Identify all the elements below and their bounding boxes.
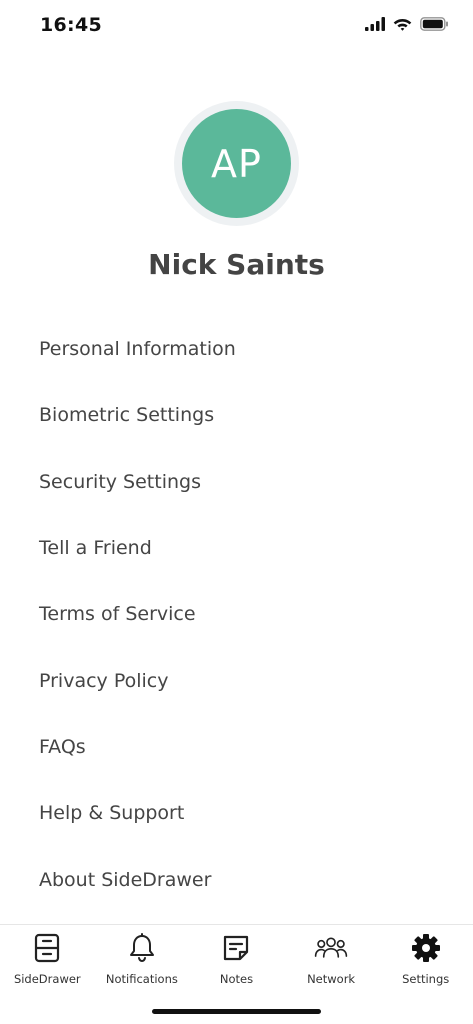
gear-icon bbox=[409, 931, 443, 965]
status-icons bbox=[365, 16, 449, 35]
note-icon bbox=[219, 931, 253, 965]
avatar[interactable]: AP bbox=[182, 109, 291, 218]
status-bar: 16:45 bbox=[0, 0, 473, 52]
menu-item-security-settings[interactable]: Security Settings bbox=[0, 449, 473, 515]
menu-item-tell-a-friend[interactable]: Tell a Friend bbox=[0, 515, 473, 581]
home-indicator bbox=[152, 1009, 321, 1014]
menu-item-faqs[interactable]: FAQs bbox=[0, 714, 473, 780]
menu-item-privacy-policy[interactable]: Privacy Policy bbox=[0, 647, 473, 713]
menu-item-label: Security Settings bbox=[39, 470, 201, 493]
menu-item-label: Biometric Settings bbox=[39, 404, 215, 427]
people-icon bbox=[314, 931, 348, 965]
battery-icon bbox=[420, 16, 449, 35]
tab-bar: SideDrawer Notifications Notes Network S… bbox=[0, 924, 473, 995]
menu-item-biometric-settings[interactable]: Biometric Settings bbox=[0, 382, 473, 448]
menu-item-label: Personal Information bbox=[39, 338, 236, 361]
tab-label: SideDrawer bbox=[13, 972, 81, 986]
status-time: 16:45 bbox=[40, 14, 102, 36]
drawer-icon bbox=[30, 931, 64, 965]
settings-menu: Personal Information Biometric Settings … bbox=[0, 316, 473, 913]
tab-label: Network bbox=[307, 972, 356, 986]
bell-icon bbox=[125, 931, 159, 965]
menu-item-label: Help & Support bbox=[39, 802, 185, 825]
avatar-initials: AP bbox=[211, 141, 262, 186]
cellular-signal-icon bbox=[365, 16, 385, 35]
tab-sidedrawer[interactable]: SideDrawer bbox=[0, 925, 95, 995]
tab-label: Settings bbox=[402, 972, 450, 986]
user-name: Nick Saints bbox=[148, 248, 325, 281]
menu-item-about-sidedrawer[interactable]: About SideDrawer bbox=[0, 846, 473, 912]
tab-label: Notifications bbox=[105, 972, 178, 986]
tab-settings[interactable]: Settings bbox=[378, 925, 473, 995]
menu-item-label: Tell a Friend bbox=[39, 537, 152, 560]
menu-item-help-support[interactable]: Help & Support bbox=[0, 780, 473, 846]
tab-network[interactable]: Network bbox=[284, 925, 379, 995]
settings-screen: 16:45 AP Nick Saints Personal Informatio… bbox=[0, 0, 473, 1024]
tab-label: Notes bbox=[219, 972, 254, 986]
tab-notes[interactable]: Notes bbox=[189, 925, 284, 995]
avatar-ring: AP bbox=[174, 101, 299, 226]
menu-item-label: About SideDrawer bbox=[39, 868, 212, 891]
menu-item-label: Terms of Service bbox=[39, 603, 196, 626]
menu-item-personal-information[interactable]: Personal Information bbox=[0, 316, 473, 382]
menu-item-terms-of-service[interactable]: Terms of Service bbox=[0, 581, 473, 647]
menu-item-label: FAQs bbox=[39, 735, 86, 758]
wifi-icon bbox=[393, 16, 412, 35]
menu-item-label: Privacy Policy bbox=[39, 669, 169, 692]
tab-notifications[interactable]: Notifications bbox=[95, 925, 190, 995]
